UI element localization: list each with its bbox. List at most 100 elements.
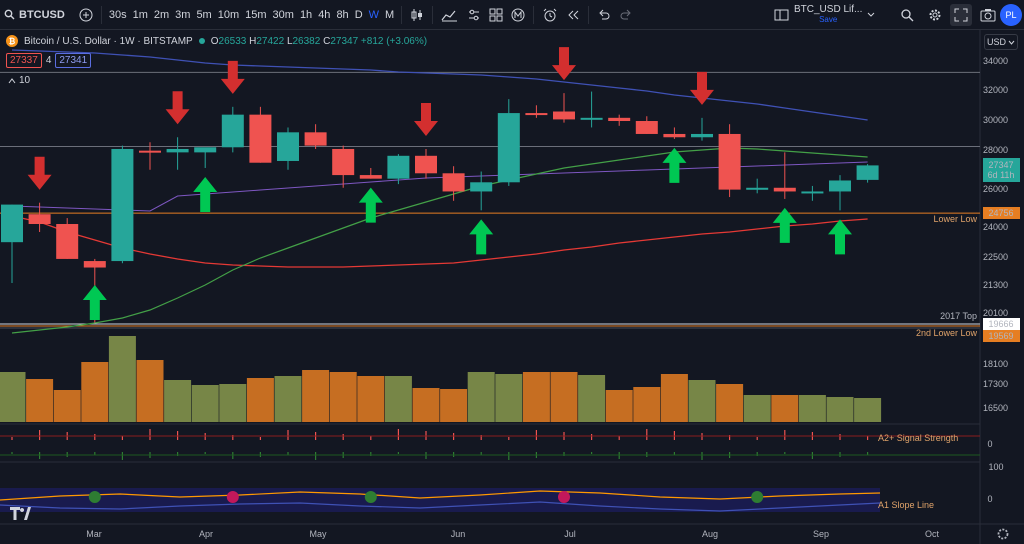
volume-bar xyxy=(633,387,661,422)
volume-bar xyxy=(743,395,771,422)
close-value: 27347 xyxy=(330,35,359,47)
buy-button[interactable]: 27341 xyxy=(55,53,92,68)
volume-group xyxy=(0,336,882,422)
ma-blue-line xyxy=(11,49,868,121)
buy-sell-panel: 27337 4 27341 xyxy=(6,53,92,68)
volume-bar xyxy=(53,390,81,422)
time-tick: Mar xyxy=(86,529,102,539)
price-tick: 22500 xyxy=(983,252,1008,262)
indicator-count: 10 xyxy=(19,75,31,86)
volume-bar xyxy=(440,389,468,422)
volume-bar xyxy=(164,380,192,422)
market-status-dot xyxy=(198,38,205,44)
slope-signal-dot xyxy=(751,491,764,503)
candle-body xyxy=(166,148,189,153)
price-tick: 17300 xyxy=(983,379,1008,389)
top-2017-price-tag: 19666 xyxy=(988,319,1013,329)
candle-body xyxy=(359,175,382,179)
candle-body xyxy=(718,133,741,190)
volume-bar xyxy=(26,379,54,422)
price-tick: 28000 xyxy=(983,145,1008,155)
low-value: 26382 xyxy=(292,35,321,47)
volume-bar xyxy=(550,372,578,422)
symbol-legend: ₿ Bitcoin / U.S. Dollar · 1W · BITSTAMP … xyxy=(6,35,427,47)
candles-group xyxy=(1,91,879,323)
time-tick: Apr xyxy=(199,529,213,539)
time-tick: Jun xyxy=(451,529,466,539)
volume-bar xyxy=(495,374,523,422)
buy-signal-arrow xyxy=(469,219,494,255)
volume-bar xyxy=(136,360,164,422)
candle-body xyxy=(56,224,79,259)
signal-axis-100: 100 xyxy=(988,462,1003,472)
volume-bar xyxy=(246,378,274,422)
price-tick: 21300 xyxy=(983,280,1008,290)
candle-body xyxy=(829,180,851,192)
second-lower-low-price-tag: 19569 xyxy=(988,331,1013,341)
signal-axis-zero: 0 xyxy=(987,439,992,449)
candle-body xyxy=(608,117,631,122)
sell-button[interactable]: 27337 xyxy=(6,53,42,68)
slope-signal-dot xyxy=(88,491,101,503)
volume-bar xyxy=(716,384,744,422)
high-value: 27422 xyxy=(256,35,285,47)
volume-bar xyxy=(81,362,109,422)
sell-signal-arrow xyxy=(27,156,52,190)
volume-bar xyxy=(0,372,26,422)
change-value: +812 (+3.06%) xyxy=(360,35,428,47)
signal-strength-label: A2+ Signal Strength xyxy=(878,433,958,443)
time-tick: May xyxy=(309,529,327,539)
buy-signal-arrow xyxy=(358,187,383,223)
sell-signal-arrow xyxy=(414,102,438,136)
volume-bar xyxy=(605,390,633,422)
second-lower-low-label: 2nd Lower Low xyxy=(916,328,978,338)
candle-body xyxy=(470,182,493,192)
volume-bar xyxy=(274,376,302,422)
candle-body xyxy=(415,155,437,174)
open-value: 26533 xyxy=(218,35,247,47)
lower-low-price-tag: 24756 xyxy=(988,208,1013,218)
price-tick: 16500 xyxy=(983,403,1008,413)
volume-bar xyxy=(467,372,495,422)
buy-signal-arrow xyxy=(82,285,107,320)
volume-bar xyxy=(854,398,882,422)
candle-body xyxy=(277,132,299,161)
volume-bar xyxy=(329,372,357,422)
spread-value: 4 xyxy=(45,55,52,66)
time-tick: Oct xyxy=(925,529,940,539)
candle-body xyxy=(773,187,796,192)
volume-bar xyxy=(302,370,330,422)
slope-signal-dot xyxy=(364,491,377,503)
current-price-tag: 27347 xyxy=(988,160,1013,170)
price-tick: 24000 xyxy=(983,222,1008,232)
candle-body xyxy=(111,148,134,262)
sell-signal-arrow xyxy=(165,91,190,125)
candle-body xyxy=(249,114,272,163)
ma-red-line xyxy=(11,215,868,268)
volume-bar xyxy=(660,374,688,422)
slope-axis-zero: 0 xyxy=(987,494,992,504)
volume-bar xyxy=(219,384,247,422)
candle-body xyxy=(663,133,686,138)
candle-body xyxy=(580,117,603,120)
volume-bar xyxy=(522,372,550,422)
price-tick: 20100 xyxy=(983,308,1008,318)
volume-bar xyxy=(578,375,606,422)
sell-signal-arrow xyxy=(552,47,576,81)
chart-canvas[interactable]: 34000 32000 30000 28000 26000 24000 22500 21300… xyxy=(0,0,1024,544)
legend-title[interactable]: Bitcoin / U.S. Dollar · 1W · BITSTAMP xyxy=(24,36,193,47)
candle-body xyxy=(856,165,879,180)
candle-body xyxy=(442,173,465,192)
volume-bar xyxy=(798,395,826,422)
bar-countdown: 6d 11h xyxy=(988,170,1015,180)
time-tick: Jul xyxy=(564,529,576,539)
candle-body xyxy=(497,113,520,183)
legend-ohlc: O26533 H27422 L26382 C27347 +812 (+3.06%… xyxy=(211,36,427,47)
volume-bar xyxy=(771,395,799,422)
volume-bar xyxy=(357,376,385,422)
time-tick: Aug xyxy=(702,529,718,539)
indicators-toggle[interactable]: 10 xyxy=(8,75,30,86)
price-tick: 34000 xyxy=(983,56,1008,66)
volume-bar xyxy=(688,380,716,422)
price-tick: 26000 xyxy=(983,184,1008,194)
